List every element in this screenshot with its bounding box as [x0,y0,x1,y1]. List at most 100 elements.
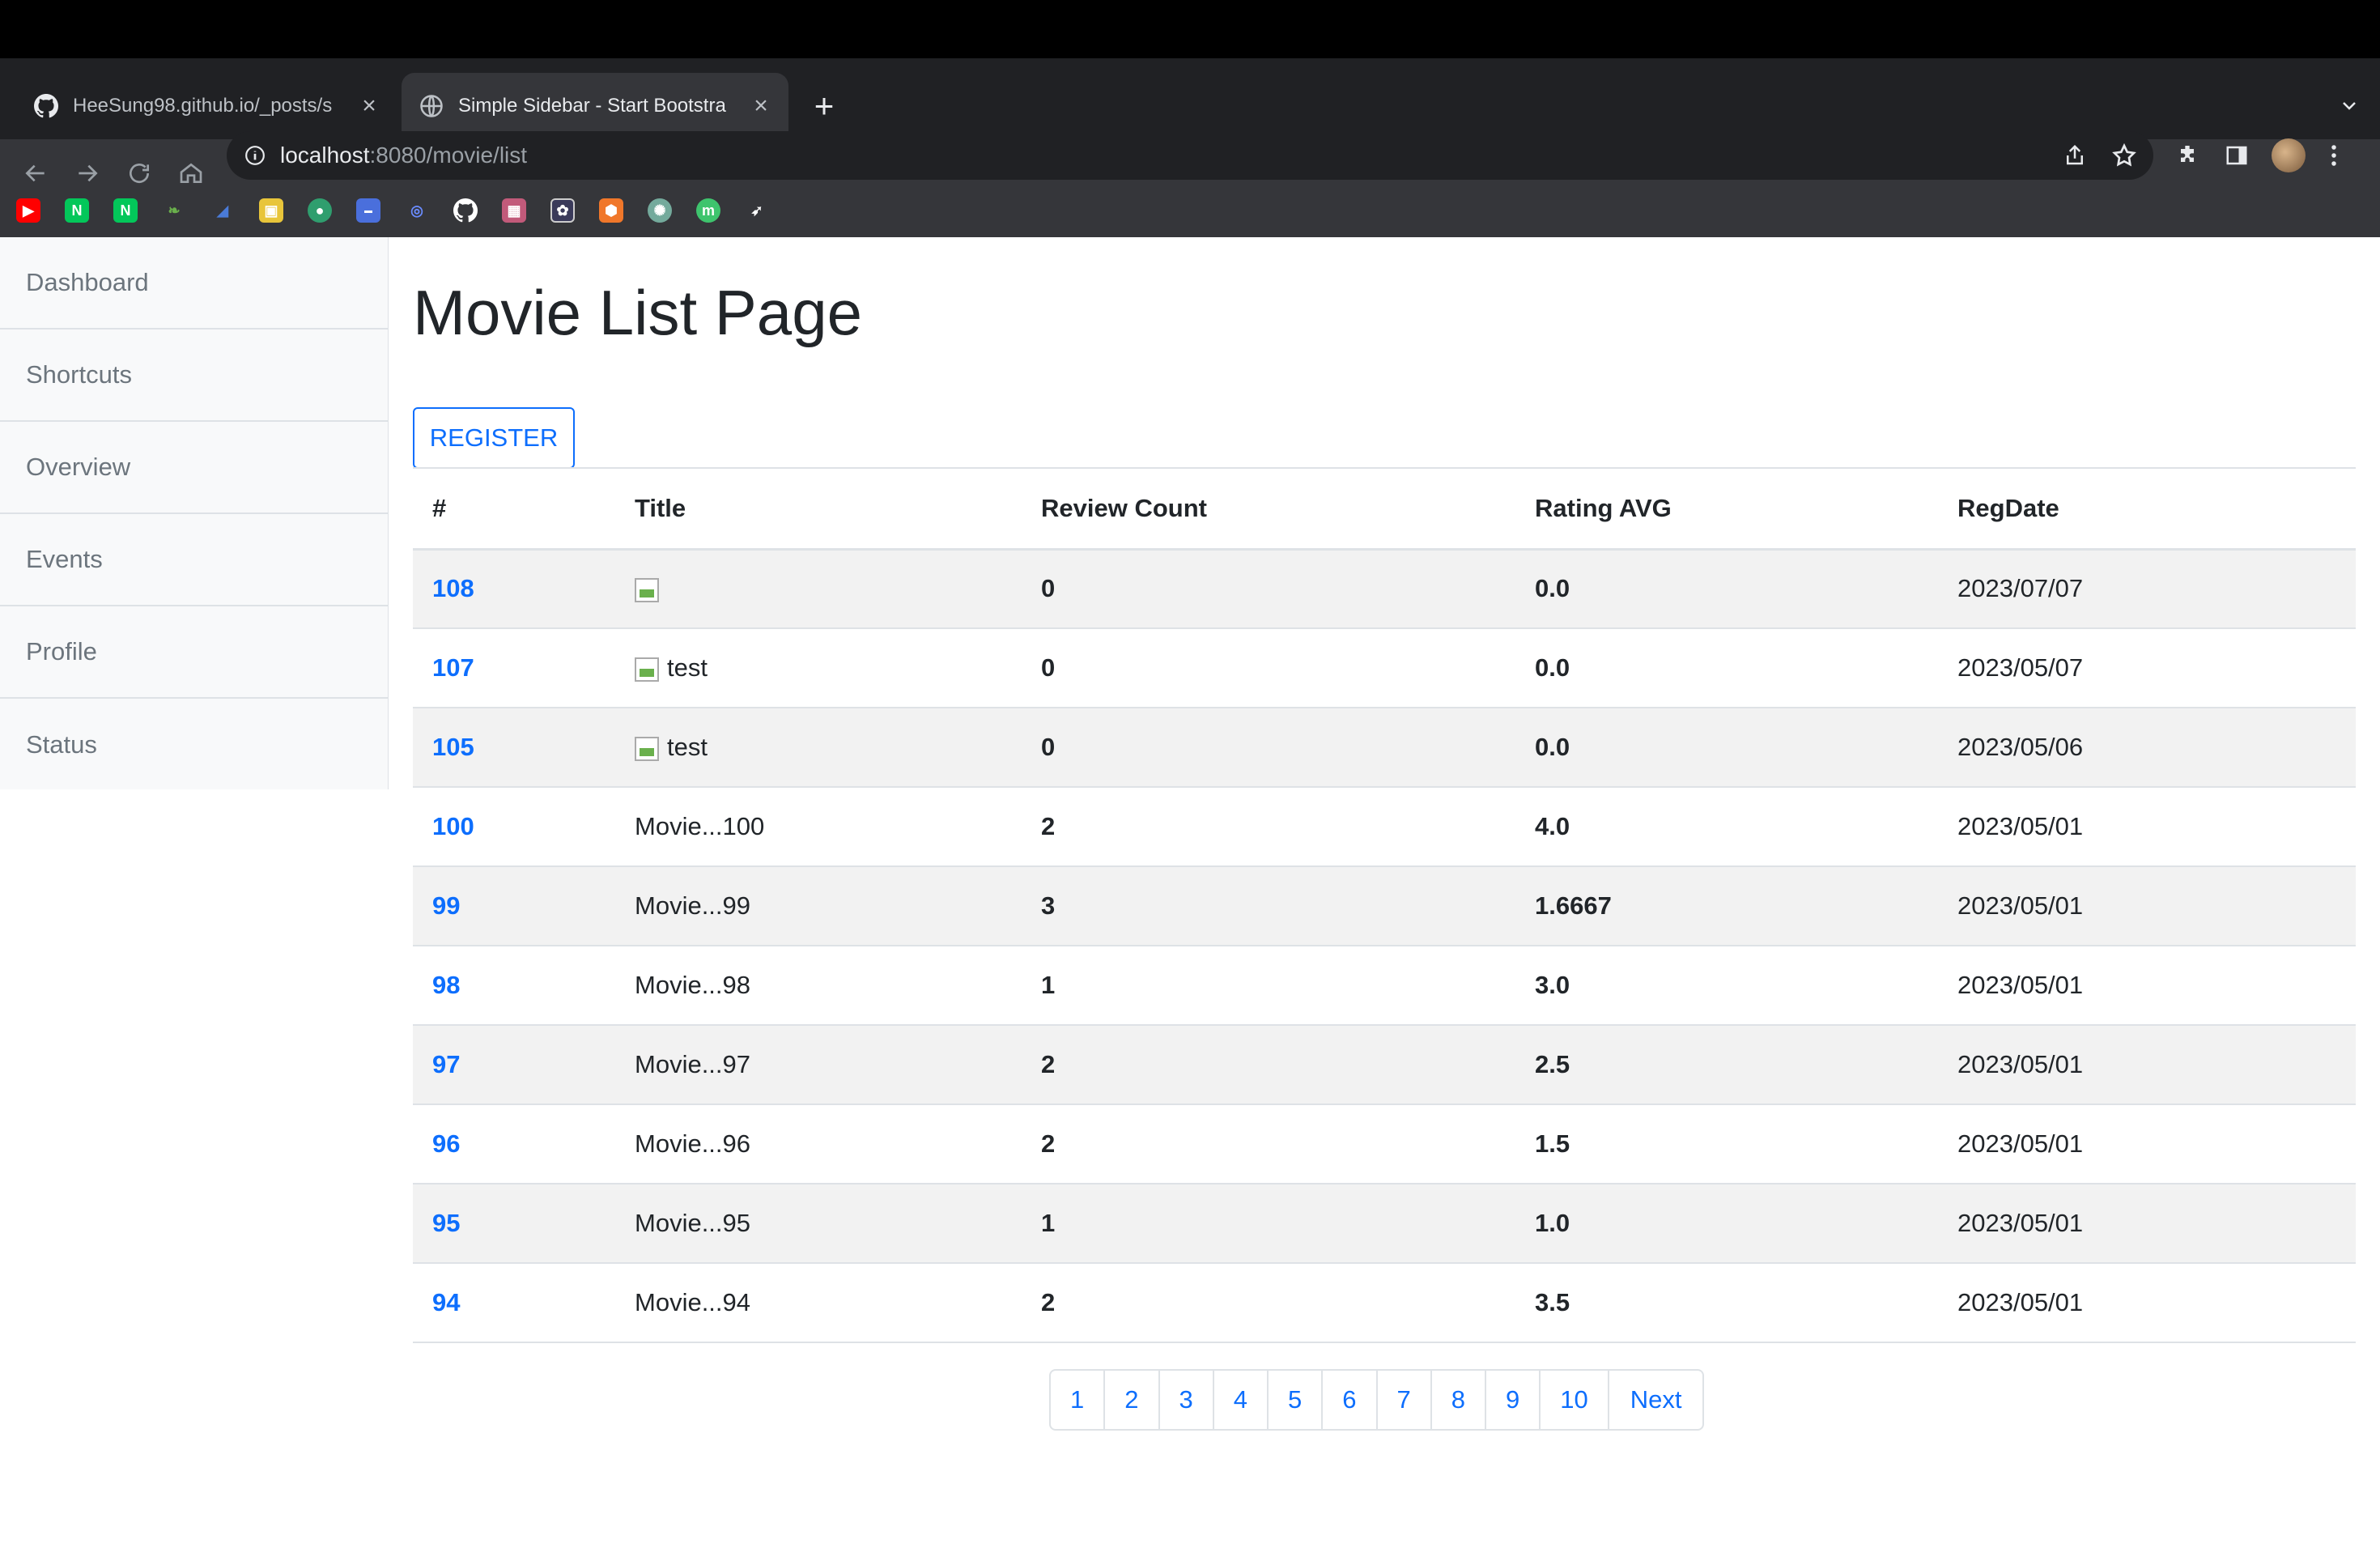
movie-id-link[interactable]: 100 [413,787,615,867]
pagination-page[interactable]: 4 [1212,1369,1269,1431]
movie-id-link[interactable]: 96 [413,1104,615,1184]
more-vert-icon[interactable] [2330,143,2338,168]
screen: HeeSung98.github.io/_posts/s × Simple Si… [0,0,2380,1548]
movie-id-link[interactable]: 97 [413,1025,615,1105]
movie-id-link[interactable]: 98 [413,946,615,1026]
sidebar-item-shortcuts[interactable]: Shortcuts [0,330,388,422]
reload-icon[interactable] [120,154,159,193]
register-button[interactable]: REGISTER [413,407,575,469]
pagination-page[interactable]: 7 [1375,1369,1432,1431]
movie-title: test [667,733,708,761]
tab-github[interactable]: HeeSung98.github.io/_posts/s × [16,73,397,139]
pagination-next[interactable]: Next [1607,1369,1705,1431]
bookmark-green-icon[interactable]: ● [308,198,332,223]
back-icon[interactable] [16,154,55,193]
rating-avg-cell: 4.0 [1515,787,1938,867]
naver-icon[interactable]: N [65,198,89,223]
openai-icon[interactable]: ✺ [648,198,672,223]
url-text: localhost:8080/movie/list [280,142,527,168]
leaf-icon[interactable]: ❧ [162,198,186,223]
table-header-row: # Title Review Count Rating AVG RegDate [413,467,2356,551]
regdate-cell: 2023/05/01 [1938,946,2356,1026]
tripadvisor-icon[interactable]: ◎ [405,198,429,223]
info-icon[interactable] [244,145,266,166]
pagination-page[interactable]: 8 [1430,1369,1486,1431]
pagination-page[interactable]: 2 [1103,1369,1160,1431]
pagination-page[interactable]: 10 [1539,1369,1609,1431]
column-header-title: Title [615,467,1022,551]
url-host: localhost [280,142,370,168]
sidebar-item-status[interactable]: Status [0,699,388,791]
movie-id-link[interactable]: 107 [413,628,615,708]
table-row: 99 Movie...99 3 1.6667 2023/05/01 [413,866,2356,946]
movie-title: Movie...97 [635,1050,751,1078]
bookmark-gear-icon[interactable]: ✿ [550,198,575,223]
github-icon[interactable] [453,198,478,223]
home-icon[interactable] [172,154,210,193]
naver-icon[interactable]: N [113,198,138,223]
pagination-page[interactable]: 9 [1485,1369,1541,1431]
pagination-page[interactable]: 5 [1267,1369,1324,1431]
broken-image-icon [635,736,659,761]
rating-avg-cell: 1.0 [1515,1184,1938,1264]
review-count-cell: 0 [1022,708,1515,788]
extensions-icon[interactable] [2174,142,2200,168]
review-count-cell: 1 [1022,1184,1515,1264]
bookmark-photo-icon[interactable]: ▦ [502,198,526,223]
forward-icon[interactable] [68,154,107,193]
review-count-cell: 2 [1022,1263,1515,1343]
feather-icon[interactable]: ◢ [210,198,235,223]
sidebar: Dashboard Shortcuts Overview Events Prof… [0,237,389,789]
sidebar-item-events[interactable]: Events [0,514,388,606]
share-icon[interactable] [2063,143,2087,168]
omnibox-actions [2063,131,2137,180]
movie-id-link[interactable]: 99 [413,866,615,946]
close-icon[interactable]: × [359,92,379,120]
table-row: 108 0 0.0 2023/07/07 [413,549,2356,629]
sidebar-item-dashboard[interactable]: Dashboard [0,237,388,330]
rating-avg-cell: 3.0 [1515,946,1938,1026]
bookmark-m-icon[interactable]: m [696,198,720,223]
address-bar[interactable]: localhost:8080/movie/list [227,131,2153,180]
movie-title: Movie...94 [635,1288,751,1316]
sidebar-item-profile[interactable]: Profile [0,606,388,699]
pagination-page[interactable]: 6 [1321,1369,1378,1431]
pagination-page[interactable]: 1 [1049,1369,1106,1431]
bookmark-orange-icon[interactable]: ⬢ [599,198,623,223]
table-row: 98 Movie...98 1 3.0 2023/05/01 [413,946,2356,1026]
regdate-cell: 2023/05/01 [1938,1104,2356,1184]
table-row: 96 Movie...96 2 1.5 2023/05/01 [413,1104,2356,1184]
pagination: 1 2 3 4 5 6 7 8 9 10 Next [1049,1369,1705,1431]
tab-simple-sidebar[interactable]: Simple Sidebar - Start Bootstra × [402,73,788,139]
avatar[interactable] [2272,138,2306,172]
movie-id-link[interactable]: 105 [413,708,615,788]
review-count-cell: 2 [1022,787,1515,867]
chevron-down-icon[interactable] [2340,73,2359,139]
table-row: 94 Movie...94 2 3.5 2023/05/01 [413,1263,2356,1343]
table-body: 108 0 0.0 2023/07/07 107 test 0 0.0 2023/05/07 10… [413,549,2356,1343]
movie-id-link[interactable]: 95 [413,1184,615,1264]
image-icon[interactable]: ▣ [259,198,283,223]
rating-avg-cell: 3.5 [1515,1263,1938,1343]
regdate-cell: 2023/05/01 [1938,866,2356,946]
page-title: Movie List Page [413,277,862,348]
close-icon[interactable]: × [751,92,771,120]
table-row: 107 test 0 0.0 2023/05/07 [413,628,2356,708]
sidebar-item-overview[interactable]: Overview [0,422,388,514]
movie-id-link[interactable]: 94 [413,1263,615,1343]
movie-title: test [667,653,708,682]
movie-id-link[interactable]: 108 [413,549,615,629]
table-row: 105 test 0 0.0 2023/05/06 [413,708,2356,788]
column-header-review-count: Review Count [1022,467,1515,551]
table-row: 97 Movie...97 2 2.5 2023/05/01 [413,1025,2356,1105]
broken-image-icon [635,578,659,603]
bookmark-bird-icon[interactable]: ➶ [745,198,769,223]
star-icon[interactable] [2111,142,2137,168]
new-tab-button[interactable]: + [808,73,840,139]
bookmark-blue-icon[interactable]: ▬ [356,198,380,223]
youtube-icon[interactable]: ▶ [16,198,40,223]
pagination-page[interactable]: 3 [1158,1369,1214,1431]
movie-title: Movie...95 [635,1209,751,1237]
side-panel-icon[interactable] [2225,143,2249,168]
rating-avg-cell: 2.5 [1515,1025,1938,1105]
